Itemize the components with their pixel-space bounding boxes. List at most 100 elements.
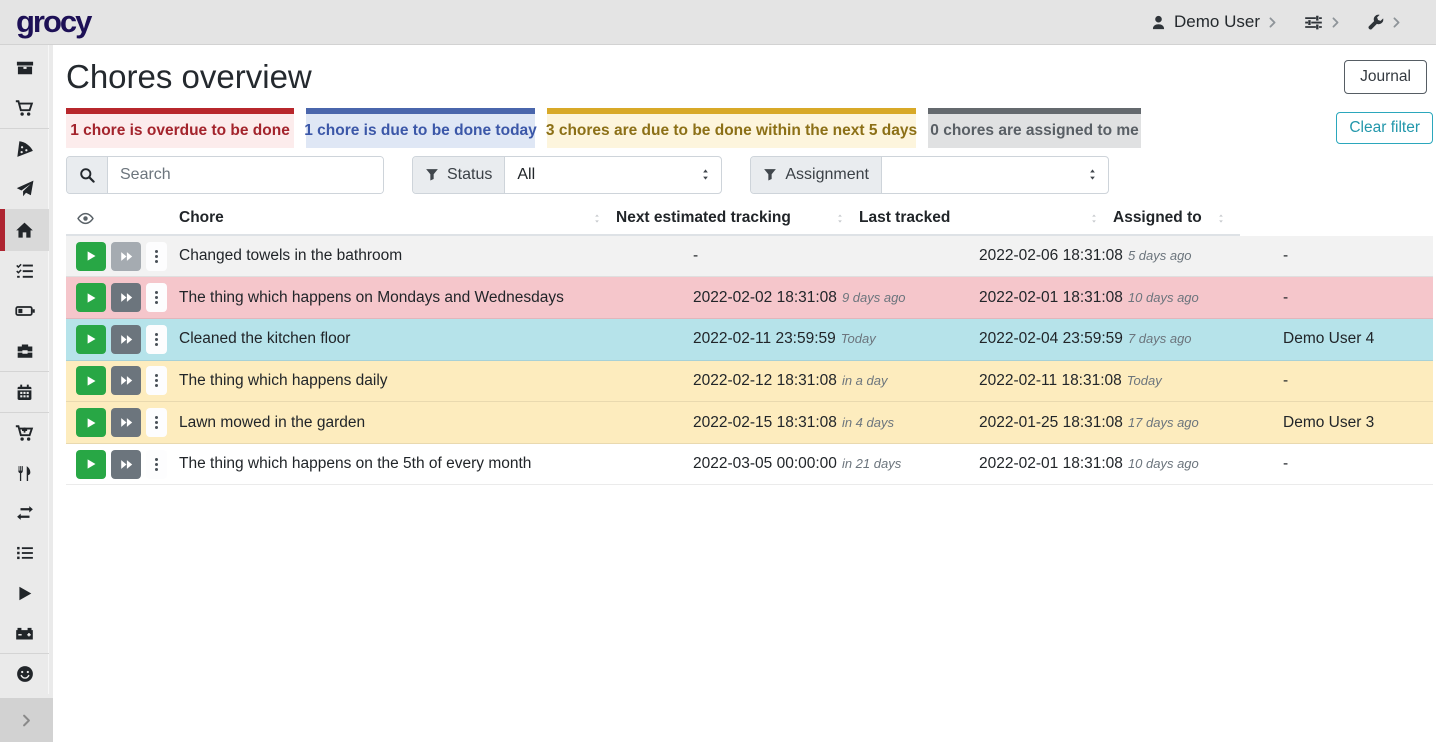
eye-icon — [77, 210, 94, 227]
table-row: Changed towels in the bathroom - 2022-02… — [66, 236, 1433, 278]
top-navbar: grocy Demo User — [0, 0, 1436, 45]
play-icon — [85, 417, 97, 429]
fast-forward-icon — [120, 374, 133, 387]
column-header-next-estimated-tracking[interactable]: Next estimated tracking — [616, 203, 859, 236]
sidebar-item-inventory[interactable] — [0, 533, 49, 573]
row-menu-button[interactable] — [146, 325, 167, 354]
skip-execution-button[interactable] — [111, 325, 141, 354]
toolbox-icon — [16, 342, 34, 360]
assignment-filter-label: Assignment — [751, 157, 882, 193]
chore-name-link[interactable]: The thing which happens on the 5th of ev… — [179, 455, 693, 473]
sidebar-item-recipes[interactable] — [0, 129, 49, 169]
next-tracking-cell: 2022-02-11 23:59:59Today — [693, 330, 979, 348]
settings-menu[interactable] — [1367, 14, 1402, 31]
journal-button[interactable]: Journal — [1344, 60, 1427, 94]
skip-execution-button[interactable] — [111, 408, 141, 437]
banner-assigned-to-me[interactable]: 0 chores are assigned to me — [928, 108, 1141, 148]
sidebar-item-battery-tracking[interactable] — [0, 613, 49, 653]
banner-overdue[interactable]: 1 chore is overdue to be done — [66, 108, 294, 148]
sidebar-item-user-entities[interactable] — [0, 654, 49, 694]
calendar-icon — [16, 384, 33, 401]
chores-table-body: Changed towels in the bathroom - 2022-02… — [66, 236, 1433, 486]
sort-icon — [1089, 212, 1099, 225]
row-menu-button[interactable] — [146, 242, 167, 271]
status-banner-row: 1 chore is overdue to be done 1 chore is… — [66, 108, 1433, 148]
row-menu-button[interactable] — [146, 450, 167, 479]
chore-name-link[interactable]: The thing which happens daily — [179, 372, 693, 390]
chore-name-link[interactable]: Lawn mowed in the garden — [179, 414, 693, 432]
search-icon — [67, 157, 108, 193]
ellipsis-vertical-icon — [154, 456, 159, 473]
next-tracking-cell: 2022-02-02 18:31:089 days ago — [693, 289, 979, 307]
status-select[interactable]: All — [505, 157, 721, 193]
status-filter-label: Status — [413, 157, 505, 193]
sidebar-item-stock-overview[interactable] — [0, 48, 49, 88]
row-menu-button[interactable] — [146, 408, 167, 437]
column-header-last-tracked[interactable]: Last tracked — [859, 203, 1113, 236]
last-tracked-cell: 2022-02-11 18:31:08Today — [979, 372, 1283, 390]
chevron-down-icon — [1391, 17, 1402, 28]
track-execution-button[interactable] — [76, 242, 106, 271]
assigned-to-cell: - — [1283, 289, 1433, 307]
sidebar-item-equipment[interactable] — [0, 331, 49, 371]
column-header-assigned-to[interactable]: Assigned to — [1113, 203, 1240, 236]
column-header-chore[interactable]: Chore — [179, 203, 616, 236]
sidebar-item-batteries-overview[interactable] — [0, 291, 49, 331]
sidebar-item-consume[interactable] — [0, 453, 49, 493]
row-menu-button[interactable] — [146, 366, 167, 395]
expand-sidebar-button[interactable] — [0, 698, 53, 742]
sidebar-item-meal-plan[interactable] — [0, 169, 49, 209]
sidebar-item-calendar[interactable] — [0, 372, 49, 412]
play-icon — [16, 585, 33, 602]
search-input[interactable] — [108, 157, 383, 193]
chore-name-link[interactable]: Cleaned the kitchen floor — [179, 330, 693, 348]
sidebar-item-tasks[interactable] — [0, 251, 49, 291]
cart-plus-icon — [15, 424, 34, 443]
column-visibility-header[interactable] — [66, 203, 179, 236]
track-execution-button[interactable] — [76, 450, 106, 479]
track-execution-button[interactable] — [76, 366, 106, 395]
skip-execution-button[interactable] — [111, 450, 141, 479]
clear-filter-button[interactable]: Clear filter — [1336, 112, 1433, 144]
assigned-to-cell: Demo User 3 — [1283, 414, 1433, 432]
filter-icon — [425, 168, 439, 182]
box-icon — [16, 59, 34, 77]
track-execution-button[interactable] — [76, 408, 106, 437]
sidebar-item-chores-overview[interactable] — [0, 209, 49, 251]
tasks-icon — [16, 262, 34, 280]
grocy-logo[interactable]: grocy — [16, 4, 90, 40]
sidebar-item-shopping-list[interactable] — [0, 88, 49, 128]
exchange-arrows-icon — [16, 504, 34, 522]
track-execution-button[interactable] — [76, 325, 106, 354]
utensils-icon — [16, 465, 33, 482]
sidebar-item-chore-tracking[interactable] — [0, 573, 49, 613]
table-row: The thing which happens daily 2022-02-12… — [66, 361, 1433, 403]
next-tracking-cell: 2022-02-12 18:31:08in a day — [693, 372, 979, 390]
sort-icon — [1216, 212, 1226, 225]
assignment-select[interactable] — [882, 157, 1108, 193]
play-icon — [85, 458, 97, 470]
sidebar-item-purchase[interactable] — [0, 413, 49, 453]
assigned-to-cell: - — [1283, 247, 1433, 265]
page-title: Chores overview — [66, 56, 312, 99]
skip-execution-button[interactable] — [111, 283, 141, 312]
chore-name-link[interactable]: Changed towels in the bathroom — [179, 247, 693, 265]
chore-name-link[interactable]: The thing which happens on Mondays and W… — [179, 289, 693, 307]
sliders-icon — [1304, 13, 1323, 32]
banner-due-today[interactable]: 1 chore is due to be done today — [306, 108, 535, 148]
next-tracking-cell: 2022-03-05 00:00:00in 21 days — [693, 455, 979, 473]
home-icon — [15, 221, 34, 240]
table-header: Chore Next estimated tracking Last track… — [66, 203, 1433, 236]
user-menu[interactable]: Demo User — [1150, 12, 1278, 32]
last-tracked-cell: 2022-02-01 18:31:0810 days ago — [979, 289, 1283, 307]
row-menu-button[interactable] — [146, 283, 167, 312]
user-name-label: Demo User — [1174, 12, 1260, 32]
pizza-slice-icon — [16, 140, 34, 158]
manage-master-data-menu[interactable] — [1304, 13, 1341, 32]
column-header-filler — [1240, 203, 1433, 236]
track-execution-button[interactable] — [76, 283, 106, 312]
skip-execution-button[interactable] — [111, 366, 141, 395]
sidebar-item-transfer[interactable] — [0, 493, 49, 533]
next-tracking-cell: - — [693, 247, 979, 265]
banner-due-soon[interactable]: 3 chores are due to be done within the n… — [547, 108, 916, 148]
